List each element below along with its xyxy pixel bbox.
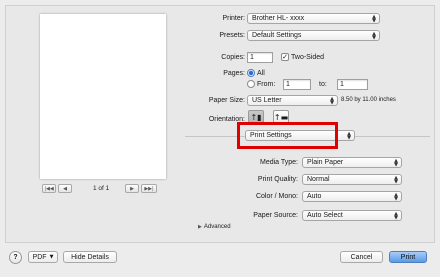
color-mono-value: Auto <box>307 193 322 200</box>
printer-value: Brother HL- xxxx <box>252 15 305 22</box>
pages-from-radio[interactable] <box>247 80 255 88</box>
print-button[interactable]: Print <box>389 251 427 263</box>
media-type-value: Plain Paper <box>307 159 344 166</box>
previous-page-button[interactable]: ◀ <box>58 184 72 193</box>
print-preview-page <box>40 14 166 179</box>
next-page-icon: ▶ <box>130 185 134 192</box>
color-mono-popup[interactable]: Auto ▲ ▼ <box>302 191 402 202</box>
disclosure-triangle-icon: ▶ <box>198 224 202 230</box>
annotation-highlight-box <box>237 122 338 149</box>
section-separator-right <box>355 136 430 137</box>
advanced-disclosure[interactable]: ▶ Advanced <box>198 224 231 230</box>
next-page-button[interactable]: ▶ <box>125 184 139 193</box>
portrait-icon: ↑▮ <box>250 112 262 122</box>
paper-size-label: Paper Size: <box>208 97 245 104</box>
pages-from-field[interactable]: 1 <box>283 79 311 90</box>
hide-details-button[interactable]: Hide Details <box>63 251 117 263</box>
print-quality-popup[interactable]: Normal ▲ ▼ <box>302 174 402 185</box>
paper-source-popup[interactable]: Auto Select ▲ ▼ <box>302 210 402 221</box>
hide-details-label: Hide Details <box>71 253 109 261</box>
paper-size-value: US Letter <box>252 97 282 104</box>
paper-source-label: Paper Source: <box>253 212 298 219</box>
presets-label: Presets: <box>219 32 245 39</box>
pdf-menu-button[interactable]: PDF ▼ <box>28 251 58 263</box>
pdf-label: PDF <box>32 253 47 261</box>
presets-value: Default Settings <box>252 32 302 39</box>
media-type-label: Media Type: <box>259 159 298 166</box>
advanced-label: Advanced <box>203 224 231 230</box>
two-sided-checkbox[interactable]: ✓ <box>281 53 289 61</box>
color-mono-label: Color / Mono: <box>255 193 298 200</box>
printer-label: Printer: <box>222 15 245 22</box>
print-quality-value: Normal <box>307 176 330 183</box>
print-label: Print <box>400 253 416 261</box>
paper-size-popup[interactable]: US Letter ▲ ▼ <box>247 95 338 106</box>
pages-all-radio[interactable] <box>247 69 255 77</box>
popup-arrows-icon: ▲ ▼ <box>394 174 398 185</box>
cancel-button[interactable]: Cancel <box>340 251 383 263</box>
pages-to-label: to: <box>319 81 327 88</box>
media-type-popup[interactable]: Plain Paper ▲ ▼ <box>302 157 402 168</box>
pages-to-field[interactable]: 1 <box>337 79 368 90</box>
help-icon: ? <box>13 254 18 261</box>
copies-field[interactable]: 1 <box>247 52 273 63</box>
first-page-icon: |◀◀ <box>44 185 54 192</box>
two-sided-label: Two-Sided <box>291 54 325 61</box>
copies-label: Copies: <box>221 54 245 61</box>
print-quality-label: Print Quality: <box>257 176 298 183</box>
popup-arrows-icon: ▲ ▼ <box>330 95 334 106</box>
previous-page-icon: ◀ <box>63 185 67 192</box>
page-count: 1 of 1 <box>93 185 110 192</box>
popup-arrows-icon: ▲ ▼ <box>372 30 376 41</box>
printer-popup[interactable]: Brother HL- xxxx ▲ ▼ <box>247 13 380 24</box>
presets-popup[interactable]: Default Settings ▲ ▼ <box>247 30 380 41</box>
popup-arrows-icon: ▲ ▼ <box>347 130 351 141</box>
popup-arrows-icon: ▲ ▼ <box>372 13 376 24</box>
chevron-down-icon: ▼ <box>49 254 54 260</box>
paper-size-dimensions: 8.50 by 11.00 inches <box>341 97 396 103</box>
pages-from-label: From: <box>257 81 276 88</box>
pages-all-label: All <box>257 70 265 77</box>
cancel-label: Cancel <box>350 253 373 261</box>
popup-arrows-icon: ▲ ▼ <box>394 210 398 221</box>
paper-source-value: Auto Select <box>307 212 343 219</box>
first-page-button[interactable]: |◀◀ <box>42 184 56 193</box>
landscape-icon: ↑▬ <box>273 112 289 122</box>
section-separator-left <box>185 136 245 137</box>
pages-label: Pages: <box>223 70 245 77</box>
popup-arrows-icon: ▲ ▼ <box>394 191 398 202</box>
help-button[interactable]: ? <box>9 251 22 264</box>
last-page-button[interactable]: ▶▶| <box>141 184 157 193</box>
popup-arrows-icon: ▲ ▼ <box>394 157 398 168</box>
last-page-icon: ▶▶| <box>144 185 154 192</box>
